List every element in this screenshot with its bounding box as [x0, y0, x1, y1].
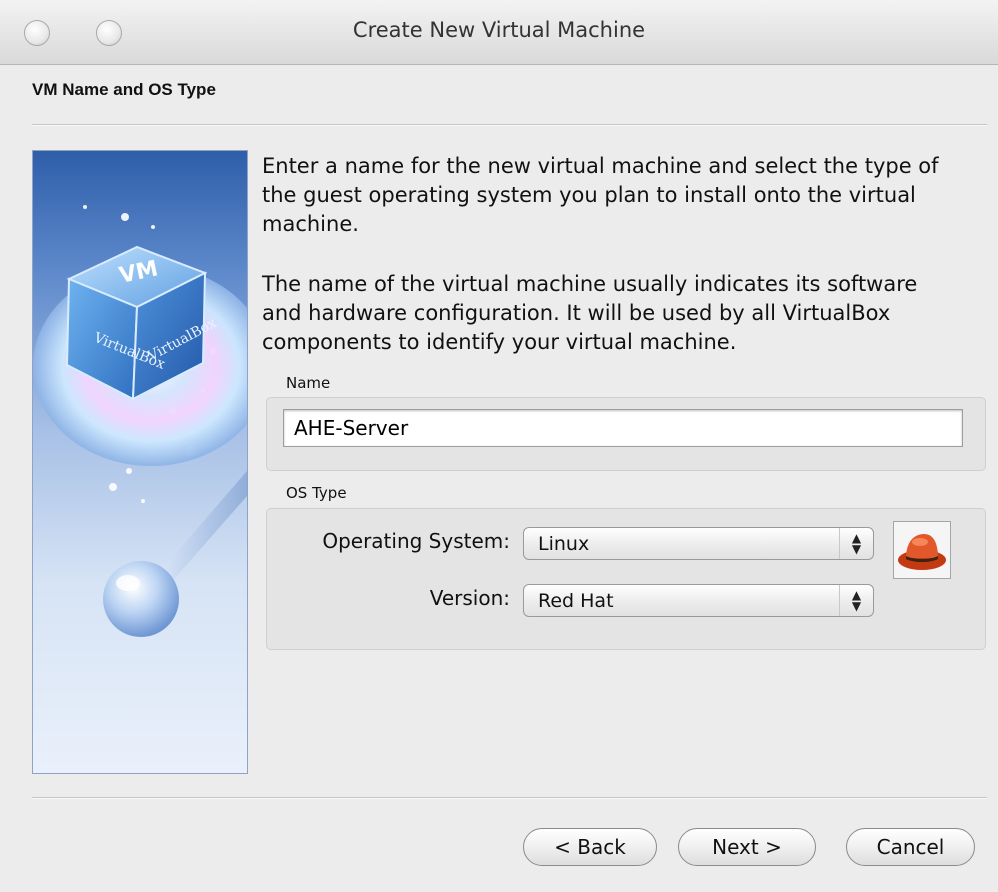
os-type-group-label: OS Type	[286, 484, 347, 502]
operating-system-select[interactable]: Linux ▲ ▼	[523, 527, 874, 560]
section-title: VM Name and OS Type	[32, 80, 216, 99]
name-description: The name of the virtual machine usually …	[262, 272, 918, 354]
select-arrows-icon: ▲ ▼	[839, 585, 873, 616]
version-value: Red Hat	[538, 590, 614, 612]
operating-system-value: Linux	[538, 533, 590, 555]
title-bar: Create New Virtual Machine	[0, 0, 998, 65]
intro-description: Enter a name for the new virtual machine…	[262, 154, 939, 236]
vm-name-input[interactable]	[283, 409, 963, 447]
virtualbox-wizard-image: VirtualBox VirtualBox VM	[32, 150, 248, 774]
next-button[interactable]: Next >	[678, 828, 816, 866]
red-hat-fedora-icon	[893, 521, 951, 579]
top-divider	[32, 124, 987, 126]
virtualbox-logo-illustration: VirtualBox VirtualBox VM	[33, 205, 247, 637]
version-select[interactable]: Red Hat ▲ ▼	[523, 584, 874, 617]
select-arrows-icon: ▲ ▼	[839, 528, 873, 559]
version-label: Version:	[429, 586, 510, 610]
bottom-divider	[32, 797, 987, 799]
cancel-button[interactable]: Cancel	[846, 828, 975, 866]
back-button[interactable]: < Back	[523, 828, 657, 866]
name-group-label: Name	[286, 374, 331, 392]
operating-system-label: Operating System:	[322, 529, 510, 553]
window-title: Create New Virtual Machine	[352, 18, 646, 42]
